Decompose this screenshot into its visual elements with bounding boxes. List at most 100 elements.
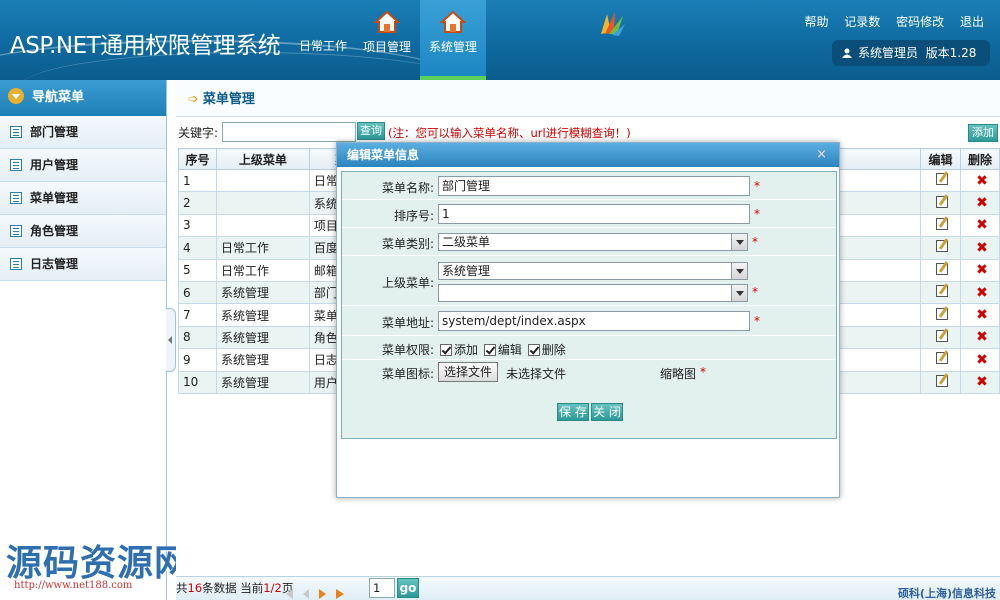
help-link[interactable]: 帮助 (804, 15, 828, 29)
menu-type-select[interactable]: 二级菜单 (438, 233, 748, 251)
delete-cell: ✖ (959, 236, 1000, 260)
watermark-url: http://www.net188.com (14, 580, 133, 591)
nav-daily-work[interactable]: 日常工作 (292, 0, 625, 80)
delete-icon[interactable]: ✖ (976, 352, 988, 368)
edit-icon[interactable] (936, 240, 949, 253)
nav-label: 系统管理 (428, 40, 477, 54)
close-icon[interactable]: × (816, 143, 827, 167)
logout-link[interactable]: 退出 (960, 15, 984, 29)
total-count: 16 (187, 581, 203, 595)
edit-icon[interactable] (936, 217, 949, 230)
menu-url-input[interactable]: system/dept/index.aspx (438, 311, 750, 331)
nav-project-management[interactable]: 项目管理 (356, 0, 418, 80)
checkbox-label: 添加 (454, 343, 479, 357)
watermark-text: 源码资源网 (6, 542, 192, 584)
file-status: 未选择文件 (506, 367, 567, 381)
delete-icon[interactable]: ✖ (976, 240, 988, 256)
permission-options: 添加 编辑 删除 (440, 341, 566, 358)
go-button[interactable]: go (397, 578, 419, 598)
prev-page-icon[interactable] (303, 589, 309, 599)
delete-cell: ✖ (959, 325, 1000, 350)
checkbox-label: 删除 (541, 343, 566, 357)
nav-system-management[interactable]: 系统管理 (420, 0, 486, 80)
fan-logo-icon (601, 12, 625, 36)
menu-name-input[interactable]: 部门管理 (438, 176, 750, 196)
delete-icon[interactable]: ✖ (976, 329, 988, 345)
last-page-icon[interactable] (336, 589, 344, 599)
field-label: 菜单地址: (381, 316, 434, 330)
form-row-permissions: 菜单权限: 添加 编辑 删除 (342, 336, 836, 360)
sidebar-item-menus[interactable]: 菜单管理 (0, 182, 166, 215)
pager-controls (286, 584, 354, 600)
sidebar-item-logs[interactable]: 日志管理 (0, 248, 166, 281)
delete-icon[interactable]: ✖ (976, 173, 988, 189)
edit-cell (920, 258, 961, 282)
edit-icon[interactable] (936, 329, 949, 342)
field-label: 菜单图标: (381, 367, 434, 381)
cell-no: 9 (178, 348, 217, 372)
save-button[interactable]: 保 存 (557, 403, 589, 421)
edit-icon[interactable] (936, 262, 949, 275)
delete-icon[interactable]: ✖ (976, 307, 988, 323)
edit-cell (920, 168, 961, 193)
change-password-link[interactable]: 密码修改 (896, 15, 944, 29)
edit-permission-checkbox[interactable] (483, 344, 496, 356)
delete-cell: ✖ (959, 213, 1000, 238)
add-button[interactable]: 添加 (968, 124, 998, 142)
list-icon (10, 258, 22, 270)
close-button[interactable]: 关 闭 (591, 403, 623, 421)
dialog-title: 编辑菜单信息 (347, 148, 420, 162)
sidebar-header[interactable]: 导航菜单 (0, 80, 166, 116)
first-page-icon[interactable] (286, 589, 293, 599)
page-title: ➩ 菜单管理 (176, 80, 1000, 117)
select-value: 二级菜单 (442, 235, 491, 249)
edit-icon[interactable] (936, 285, 949, 298)
field-label: 排序号: (393, 209, 434, 223)
next-page-icon[interactable] (319, 589, 326, 599)
edit-icon[interactable] (936, 374, 949, 387)
list-icon (10, 126, 22, 138)
thumbnail-label: 缩略图 (660, 367, 697, 381)
arrow-right-icon: ➩ (188, 92, 199, 107)
query-button[interactable]: 查询 (357, 122, 385, 140)
delete-icon[interactable]: ✖ (976, 217, 988, 233)
delete-icon[interactable]: ✖ (976, 262, 988, 278)
choose-file-button[interactable]: 选择文件 (438, 362, 499, 382)
edit-icon[interactable] (936, 173, 949, 186)
edit-icon[interactable] (936, 195, 949, 208)
edit-form: 菜单名称: 部门管理 * 排序号: 1 * 菜单类别: 二级菜单 * 上级菜单:… (341, 171, 837, 439)
sidebar-collapse-handle[interactable] (166, 308, 176, 372)
edit-icon[interactable] (936, 352, 949, 365)
cell-no: 8 (178, 325, 217, 350)
sidebar-item-roles[interactable]: 角色管理 (0, 215, 166, 248)
checkbox-label: 编辑 (497, 343, 522, 357)
delete-cell: ✖ (959, 191, 1000, 215)
add-permission-checkbox[interactable] (440, 344, 452, 356)
parent-menu-select[interactable]: 系统管理 (438, 262, 748, 280)
cell-parent: 系统管理 (215, 348, 310, 372)
required-mark: * (754, 179, 760, 193)
page-number-input[interactable]: 1 (369, 578, 395, 598)
keyword-input[interactable] (222, 122, 356, 142)
delete-icon[interactable]: ✖ (976, 374, 988, 390)
current-page: 1/2 (263, 581, 282, 595)
sidebar-item-users[interactable]: 用户管理 (0, 149, 166, 182)
sidebar-title: 导航菜单 (32, 90, 85, 105)
form-row-icon: 菜单图标: 选择文件 未选择文件 缩略图 * (342, 360, 836, 386)
record-count-link[interactable]: 记录数 (844, 15, 880, 29)
edit-icon[interactable] (936, 307, 949, 320)
pagination-info: 共16条数据 当前1/2页 (176, 577, 293, 599)
field-label: 上级菜单: (381, 276, 434, 290)
select-value: 系统管理 (442, 264, 491, 278)
sidebar-item-label: 用户管理 (30, 158, 79, 172)
total-suffix: 条数据 当前 (202, 581, 264, 595)
delete-permission-checkbox[interactable] (527, 344, 540, 356)
list-icon (10, 159, 22, 171)
edit-cell (920, 280, 961, 305)
parent-submenu-select[interactable] (438, 284, 748, 302)
delete-icon[interactable]: ✖ (976, 285, 988, 301)
sidebar-item-department[interactable]: 部门管理 (0, 116, 166, 149)
delete-icon[interactable]: ✖ (976, 195, 988, 211)
sort-order-input[interactable]: 1 (438, 204, 750, 224)
app-title: ASP.NET通用权限管理系统 (10, 33, 281, 59)
